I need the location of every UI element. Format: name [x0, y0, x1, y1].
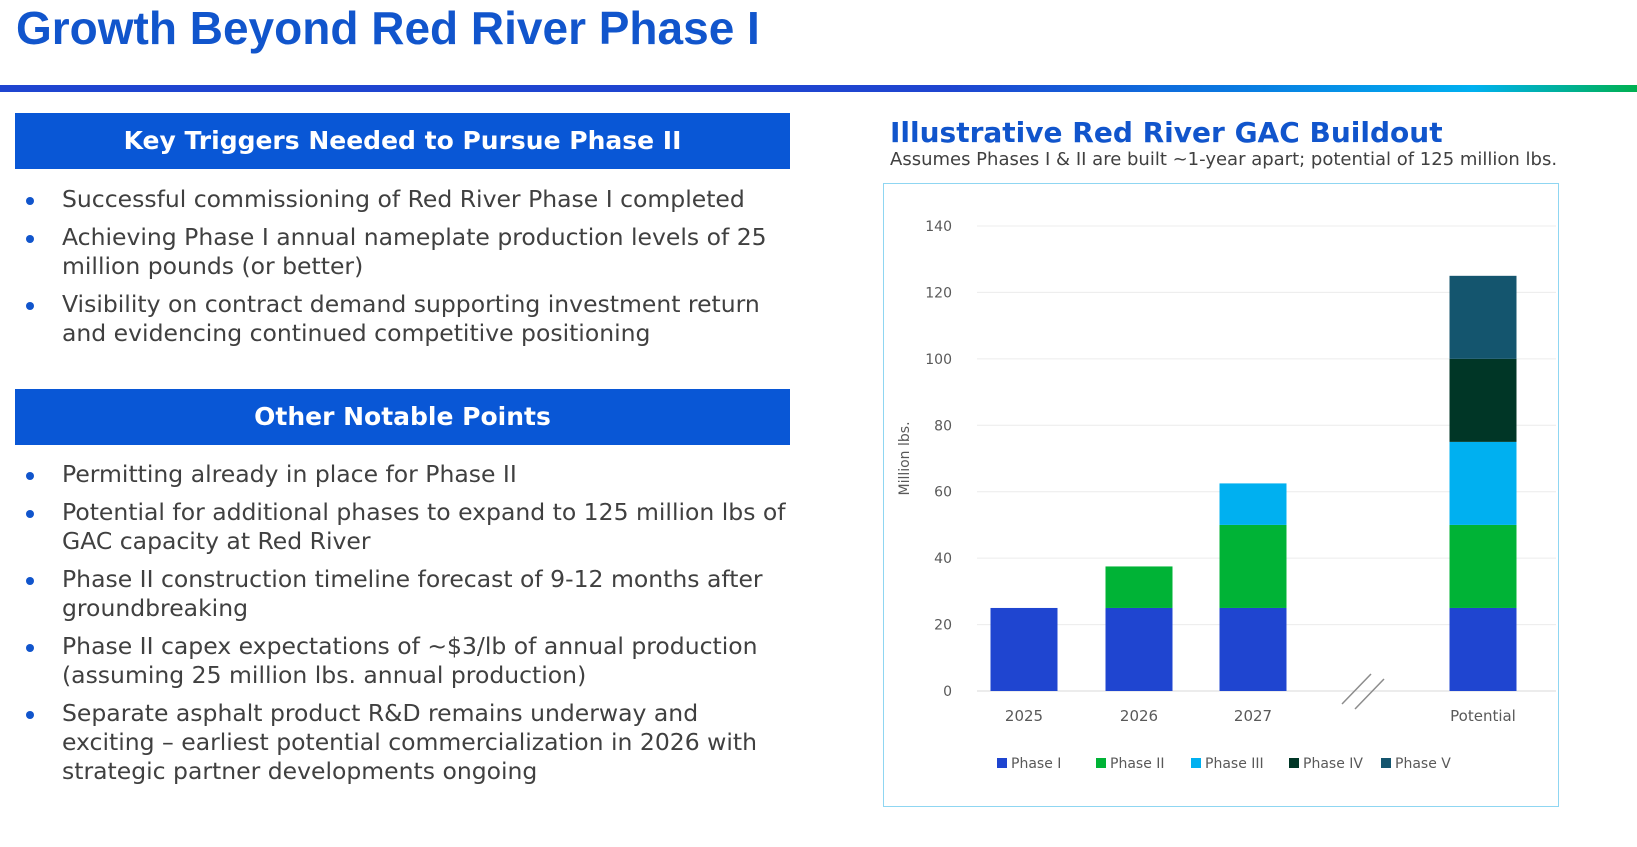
y-tick-label: 80 — [934, 418, 952, 434]
notable-list: Permitting already in place for Phase II… — [20, 460, 790, 795]
bar-segment-phase-iii — [1449, 441, 1517, 525]
chart-subtitle: Assumes Phases I & II are built ~1-year … — [890, 149, 1558, 170]
bar-segment-phase-i — [1449, 607, 1517, 691]
list-item: Potential for additional phases to expan… — [20, 498, 790, 556]
legend-label: Phase IV — [1303, 756, 1363, 772]
legend-label: Phase V — [1395, 756, 1451, 772]
section-header-notable: Other Notable Points — [15, 389, 790, 445]
bar-segment-phase-ii — [1449, 524, 1517, 608]
y-axis-label: Million lbs. — [897, 421, 913, 495]
bar-segment-phase-ii — [1105, 566, 1173, 608]
axis-break-mark — [1341, 673, 1372, 705]
list-item: Successful commissioning of Red River Ph… — [20, 185, 790, 214]
axis-break-mark — [1354, 678, 1385, 710]
list-item: Phase II capex expectations of ~$3/lb of… — [20, 632, 790, 690]
legend-swatch — [1289, 758, 1299, 768]
legend-swatch — [1381, 758, 1391, 768]
x-tick-label: 2025 — [1005, 707, 1043, 725]
bar-chart: 0 20 40 60 80 100 120 140 Million lbs. 2025 2026 20… — [897, 219, 1556, 772]
list-item: Achieving Phase I annual nameplate produ… — [20, 223, 790, 281]
chart-container: 0 20 40 60 80 100 120 140 Million lbs. 2025 2026 20… — [883, 183, 1559, 807]
list-item: Visibility on contract demand supporting… — [20, 290, 790, 348]
y-tick-label: 40 — [934, 551, 952, 567]
legend-label: Phase I — [1011, 756, 1061, 772]
x-tick-label: 2027 — [1234, 707, 1272, 725]
list-item: Separate asphalt product R&D remains und… — [20, 699, 790, 786]
legend-swatch — [1096, 758, 1106, 768]
legend-label: Phase III — [1205, 756, 1264, 772]
legend-swatch — [1191, 758, 1201, 768]
y-tick-label: 0 — [943, 684, 952, 700]
bar-segment-phase-i — [1219, 607, 1287, 691]
x-tick-label: 2026 — [1120, 707, 1158, 725]
list-item: Permitting already in place for Phase II — [20, 460, 790, 489]
bar-segment-phase-v — [1449, 275, 1517, 359]
y-tick-label: 100 — [925, 352, 952, 368]
bar-segment-phase-i — [990, 607, 1058, 691]
title-divider — [0, 85, 1637, 92]
list-item: Phase II construction timeline forecast … — [20, 565, 790, 623]
section-header-triggers: Key Triggers Needed to Pursue Phase II — [15, 113, 790, 169]
bar-segment-phase-ii — [1219, 524, 1287, 608]
y-tick-label: 60 — [934, 485, 952, 501]
bar-segment-phase-iv — [1449, 358, 1517, 442]
y-tick-label: 140 — [925, 219, 952, 235]
bar-segment-phase-iii — [1219, 483, 1287, 525]
y-tick-label: 120 — [925, 285, 952, 301]
page-title: Growth Beyond Red River Phase I — [16, 2, 760, 54]
y-tick-label: 20 — [934, 618, 952, 634]
legend-swatch — [997, 758, 1007, 768]
bar-segment-phase-i — [1105, 607, 1173, 691]
chart-title: Illustrative Red River GAC Buildout — [890, 116, 1443, 149]
x-tick-label: Potential — [1450, 707, 1516, 725]
triggers-list: Successful commissioning of Red River Ph… — [20, 185, 790, 357]
legend-label: Phase II — [1110, 756, 1165, 772]
